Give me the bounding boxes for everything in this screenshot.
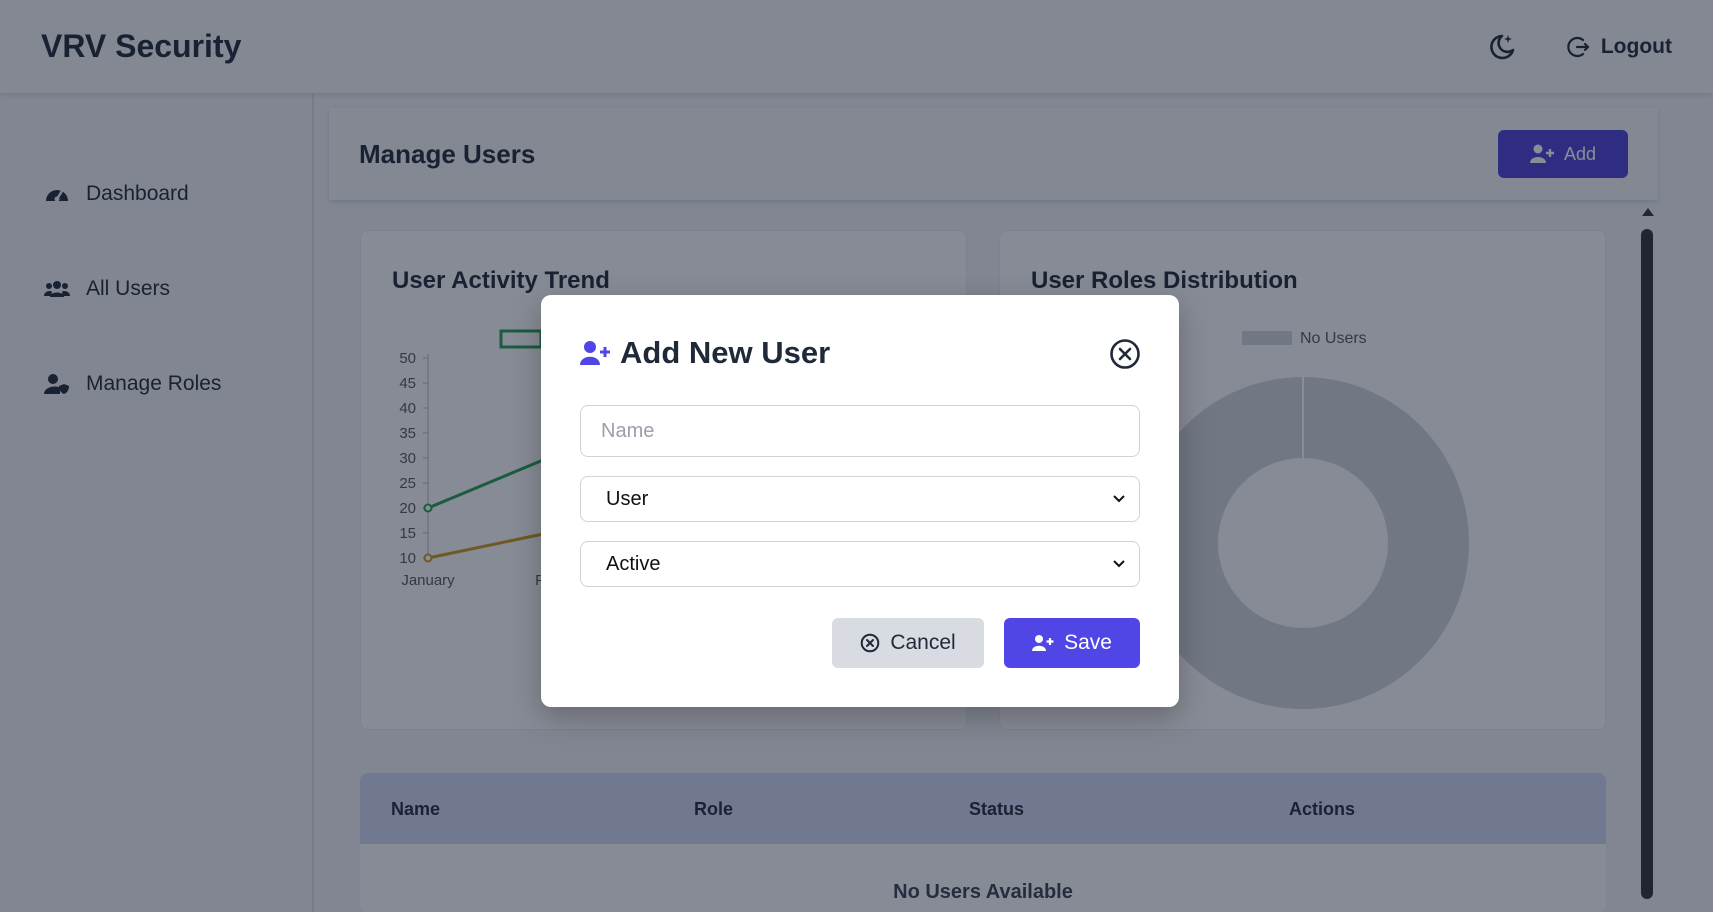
cancel-label: Cancel (890, 631, 956, 654)
modal-close-button[interactable] (1109, 338, 1141, 370)
app-root: VRV Security Logout (0, 0, 1713, 912)
save-label: Save (1064, 631, 1112, 654)
role-select-value: User (606, 487, 649, 510)
chevron-down-icon (1113, 560, 1125, 568)
cancel-button[interactable]: Cancel (832, 618, 984, 668)
close-circle-icon (1110, 339, 1140, 369)
role-select[interactable]: User (580, 476, 1140, 522)
status-select[interactable]: Active (580, 541, 1140, 587)
user-plus-icon (1032, 635, 1054, 651)
modal-header: Add New User (580, 335, 830, 371)
name-placeholder: Name (601, 419, 655, 442)
save-button[interactable]: Save (1004, 618, 1140, 668)
add-user-modal: Add New User Name User Active Cancel Sav… (541, 295, 1179, 707)
status-select-value: Active (606, 552, 661, 575)
name-input[interactable]: Name (580, 405, 1140, 457)
user-plus-icon (580, 341, 610, 365)
chevron-down-icon (1113, 495, 1125, 503)
modal-title: Add New User (620, 335, 831, 370)
close-circle-icon (861, 633, 880, 653)
